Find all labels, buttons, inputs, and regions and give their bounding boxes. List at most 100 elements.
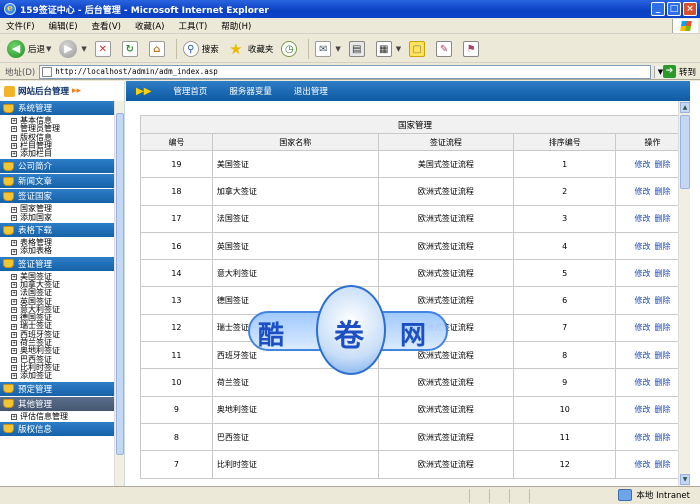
sidebar-section-title: 新闻文章 (18, 177, 53, 188)
toolbar-divider (308, 38, 310, 59)
back-button[interactable]: ◀ 后退 ▼ (4, 37, 54, 61)
table-caption: 国家管理 (140, 115, 690, 134)
sidebar-section-header[interactable]: 新闻文章 (0, 174, 124, 190)
menu-bar: 文件(F) 编辑(E) 查看(V) 收藏(A) 工具(T) 帮助(H) (0, 18, 700, 34)
chevron-down-icon[interactable]: ▼ (81, 45, 86, 53)
edit-link[interactable]: 修改 (635, 405, 651, 414)
sidebar-item[interactable]: + 添加表格 (11, 247, 124, 255)
search-button[interactable]: ⚲ 搜索 (180, 37, 222, 61)
cell-order: 6 (513, 286, 617, 315)
window-titlebar[interactable]: e 159签证中心 - 后台管理 - Microsoft Internet Ex… (0, 0, 700, 18)
expand-icon: + (11, 356, 17, 363)
delete-link[interactable]: 删除 (655, 160, 671, 169)
sidebar-scrollbar[interactable] (114, 101, 124, 486)
cell-id: 18 (140, 177, 213, 206)
menu-file[interactable]: 文件(F) (6, 20, 35, 32)
status-text-cell (0, 488, 470, 503)
delete-link[interactable]: 删除 (655, 214, 671, 223)
delete-link[interactable]: 删除 (655, 296, 671, 305)
delete-link[interactable]: 删除 (655, 269, 671, 278)
cell-visa-flow: 欧洲式签证流程 (377, 259, 515, 288)
nav-admin-home[interactable]: 管理首页 (173, 85, 207, 97)
sidebar-section-title: 签证国家 (18, 192, 53, 203)
search-icon: ⚲ (182, 40, 199, 57)
sidebar-section-header[interactable]: 签证管理 (0, 256, 124, 272)
sidebar-item-label: 评估信息管理 (20, 411, 68, 421)
refresh-icon: ↻ (121, 40, 138, 57)
sidebar-section-header[interactable]: 系统管理 (0, 101, 124, 116)
edit-link[interactable]: 修改 (635, 351, 651, 360)
forward-button[interactable]: ▶ ▼ (56, 37, 89, 61)
close-button[interactable]: × (683, 2, 697, 16)
delete-link[interactable]: 删除 (655, 187, 671, 196)
delete-link[interactable]: 删除 (655, 242, 671, 251)
chevron-down-icon[interactable]: ▼ (46, 45, 51, 53)
refresh-button[interactable]: ↻ (119, 37, 144, 61)
edit-link[interactable]: 修改 (635, 296, 651, 305)
sidebar-item[interactable]: + 添加国家 (11, 213, 124, 222)
chevron-down-icon[interactable]: ▼ (396, 45, 401, 53)
menu-tools[interactable]: 工具(T) (178, 20, 207, 32)
sidebar-section-header[interactable]: 公司简介 (0, 159, 124, 175)
edit-link[interactable]: 修改 (635, 160, 651, 169)
chevron-down-icon[interactable]: ▼ (335, 45, 340, 53)
sidebar-section-header[interactable]: 版权信息 (0, 421, 124, 437)
expand-icon: + (11, 340, 17, 347)
menu-favorites[interactable]: 收藏(A) (135, 20, 164, 32)
stop-button[interactable]: ✕ (92, 37, 117, 61)
sidebar-item[interactable]: + 添加签证 (11, 371, 124, 380)
print-button[interactable]: ▤ (346, 37, 371, 61)
toolbar-divider (175, 38, 177, 59)
cell-visa-flow: 欧洲式签证流程 (377, 422, 515, 452)
home-button[interactable]: ⌂ (146, 37, 171, 61)
favorites-button[interactable]: ★ 收藏夹 (224, 37, 277, 61)
edit-link[interactable]: 修改 (635, 242, 651, 251)
delete-link[interactable]: 删除 (655, 460, 671, 469)
edit-link[interactable]: 修改 (635, 214, 651, 223)
edit-link[interactable]: 修改 (635, 187, 651, 196)
sidebar-section-header[interactable]: 表格下载 (0, 223, 124, 239)
sidebar-section-header[interactable]: 签证国家 (0, 189, 124, 205)
mail-button[interactable]: ✉ ▼ (312, 37, 343, 61)
expand-icon: + (11, 126, 17, 133)
scrollbar-thumb[interactable] (116, 113, 124, 455)
scroll-up-icon[interactable]: ▲ (680, 102, 690, 113)
edit-link[interactable]: 修改 (635, 323, 651, 332)
print-icon: ▤ (348, 40, 365, 57)
sidebar-item[interactable]: + 评估信息管理 (11, 411, 124, 421)
address-input[interactable]: http://localhost/admin/adm_index.asp (39, 64, 652, 79)
cell-country-name: 奥地利签证 (211, 395, 379, 424)
delete-link[interactable]: 删除 (655, 405, 671, 414)
go-button[interactable]: ➔ 转到 (662, 65, 696, 78)
messenger-button[interactable]: ⚑ (460, 37, 485, 61)
edit-link[interactable]: 修改 (635, 433, 651, 442)
research-button[interactable]: ✎ (433, 37, 458, 61)
delete-link[interactable]: 删除 (655, 323, 671, 332)
menu-view[interactable]: 查看(V) (92, 20, 121, 32)
nav-logout[interactable]: 退出管理 (294, 85, 328, 97)
minimize-button[interactable]: _ (651, 2, 665, 16)
menu-help[interactable]: 帮助(H) (221, 20, 251, 32)
edit-button[interactable]: ▦ ▼ (373, 37, 404, 61)
sidebar-item[interactable]: + 添加栏目 (11, 149, 124, 158)
edit-link[interactable]: 修改 (635, 269, 651, 278)
maximize-button[interactable]: □ (667, 2, 681, 16)
sidebar-section-title: 公司简介 (18, 162, 53, 173)
go-label: 转到 (678, 67, 696, 78)
delete-link[interactable]: 删除 (655, 433, 671, 442)
discuss-button[interactable]: ▢ (406, 37, 431, 61)
menu-edit[interactable]: 编辑(E) (49, 20, 78, 32)
scrollbar-thumb[interactable] (680, 115, 690, 189)
nav-server-variables[interactable]: 服务器变量 (229, 85, 272, 97)
delete-link[interactable]: 删除 (655, 351, 671, 360)
history-button[interactable]: ◷ (278, 37, 303, 61)
expand-icon: + (11, 373, 17, 380)
sidebar-section-header[interactable]: 其他管理 (0, 396, 124, 412)
back-label: 后退 (28, 44, 46, 55)
main-scrollbar[interactable]: ▲ ▼ (678, 101, 690, 486)
delete-link[interactable]: 删除 (655, 378, 671, 387)
edit-link[interactable]: 修改 (635, 460, 651, 469)
scroll-down-icon[interactable]: ▼ (680, 474, 690, 485)
edit-link[interactable]: 修改 (635, 378, 651, 387)
sidebar-section-header[interactable]: 预定管理 (0, 381, 124, 397)
